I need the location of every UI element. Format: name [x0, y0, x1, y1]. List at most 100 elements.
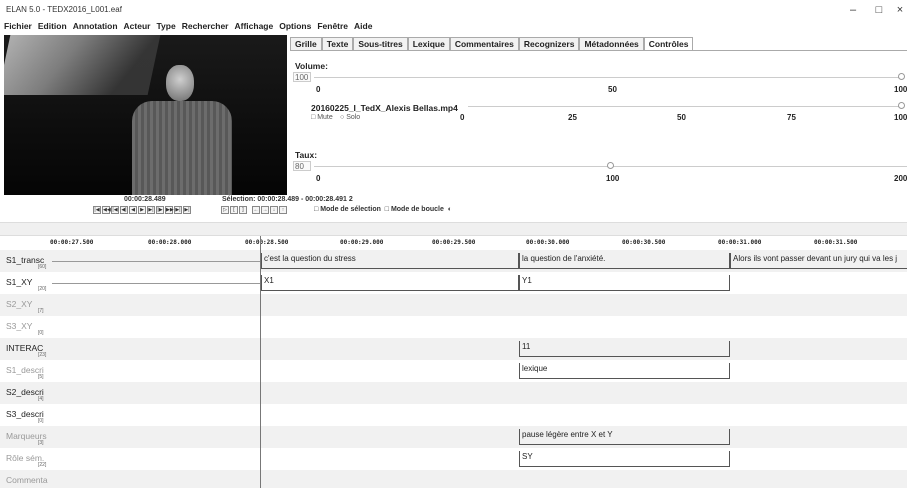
- tier-count: [5]: [38, 374, 44, 380]
- annotation-xy-2[interactable]: Y1: [519, 275, 730, 291]
- menu-aide[interactable]: Aide: [354, 19, 372, 33]
- selection-mode-checkbox[interactable]: □ Mode de sélection: [314, 206, 381, 213]
- volume-slider-track[interactable]: [314, 77, 900, 78]
- tab-recognizers[interactable]: Recognizers: [518, 37, 580, 50]
- media-tick: 100: [894, 113, 907, 122]
- annotation-down-button[interactable]: ↓: [270, 206, 278, 214]
- tab-grille[interactable]: Grille: [290, 37, 322, 50]
- tier-row-s3-xy[interactable]: S3_XY [0]: [0, 316, 907, 338]
- annotation-up-button[interactable]: ↑: [279, 206, 287, 214]
- tier-name[interactable]: Commenta: [6, 475, 48, 485]
- menu-annotation[interactable]: Annotation: [73, 19, 118, 33]
- playback-buttons: |◀ ◀◀ |◀ ◀| ◀ ▶ ▶| |▶ ▶▶ ▶| ▶|: [93, 206, 191, 214]
- go-to-end-button[interactable]: ▶|: [183, 206, 191, 214]
- tab-texte[interactable]: Texte: [321, 37, 354, 50]
- annotation-interac-1[interactable]: 11: [519, 341, 730, 357]
- loop-mode-checkbox[interactable]: □ Mode de boucle: [385, 206, 444, 213]
- tier-row-interac[interactable]: INTERAC [23]: [0, 338, 907, 360]
- tier-row-marqueurs[interactable]: Marqueurs [3]: [0, 426, 907, 448]
- tier-row-role-sem[interactable]: Rôle sém. [22]: [0, 448, 907, 470]
- previous-second-button[interactable]: ◀◀: [102, 206, 111, 214]
- tier-row-s2-descri[interactable]: S2_descri [4]: [0, 382, 907, 404]
- volume-tick: 100: [894, 85, 907, 94]
- rate-value[interactable]: 80: [293, 161, 311, 171]
- tier-count: [20]: [38, 286, 47, 292]
- rate-label: Taux:: [295, 150, 318, 160]
- selection-end-button[interactable]: ]: [239, 206, 247, 214]
- minimize-button[interactable]: –: [842, 3, 864, 17]
- back-button[interactable]: ◀: [129, 206, 137, 214]
- step-back-button[interactable]: ◀|: [120, 206, 128, 214]
- tier-row-s3-descri[interactable]: S3_descri [0]: [0, 404, 907, 426]
- tier-count: [7]: [38, 308, 44, 314]
- ruler-tick: 00:00:28.000: [148, 239, 192, 246]
- annotation-marqueurs-1[interactable]: pause légère entre X et Y: [519, 429, 730, 445]
- next-second-button[interactable]: ▶|: [174, 206, 182, 214]
- ruler-tick: 00:00:27.500: [50, 239, 94, 246]
- annotation-transc-1[interactable]: c'est la question du stress: [261, 253, 519, 269]
- media-tick: 75: [787, 113, 796, 122]
- menu-fenetre[interactable]: Fenêtre: [317, 19, 348, 33]
- timeline-overview[interactable]: [0, 222, 907, 236]
- ruler-tick: 00:00:29.000: [340, 239, 384, 246]
- tier-count: [0]: [38, 418, 44, 424]
- selection-begin-button[interactable]: [: [230, 206, 238, 214]
- close-button[interactable]: ×: [889, 3, 907, 17]
- annotation-transc-3[interactable]: Alors ils vont passer devant un jury qui…: [730, 253, 907, 269]
- volume-icon[interactable]: ◐: [448, 206, 452, 213]
- prev-boundary-button[interactable]: ←: [252, 206, 260, 214]
- volume-value[interactable]: 100: [293, 72, 311, 82]
- media-volume-knob[interactable]: [898, 102, 905, 109]
- tier-row-s2-xy[interactable]: S2_XY [7]: [0, 294, 907, 316]
- tab-controles[interactable]: Contrôles: [643, 37, 694, 50]
- solo-radio[interactable]: ○ Solo: [340, 114, 360, 121]
- go-to-begin-button[interactable]: |◀: [93, 206, 101, 214]
- previous-frame-button[interactable]: |◀: [111, 206, 119, 214]
- menu-fichier[interactable]: Fichier: [4, 19, 32, 33]
- media-tick: 50: [677, 113, 686, 122]
- tier-name[interactable]: S2_XY: [6, 299, 32, 309]
- play-selection-button[interactable]: ▷: [221, 206, 229, 214]
- menu-type[interactable]: Type: [156, 19, 175, 33]
- menu-acteur[interactable]: Acteur: [124, 19, 151, 33]
- rate-slider-knob[interactable]: [606, 162, 614, 169]
- mute-label: Mute: [317, 114, 333, 121]
- ruler-tick: 00:00:28.500: [245, 239, 289, 246]
- menu-edition[interactable]: Edition: [38, 19, 67, 33]
- tier-row-s1-descri[interactable]: S1_descri [5]: [0, 360, 907, 382]
- video-player[interactable]: [4, 35, 287, 195]
- selection-mode-label: Mode de sélection: [320, 206, 381, 213]
- tier-count: [3]: [38, 440, 44, 446]
- annotation-xy-1[interactable]: X1: [261, 275, 519, 291]
- step-forward-button[interactable]: ▶▶: [165, 206, 174, 214]
- annotation-role-1[interactable]: SY: [519, 451, 730, 467]
- media-volume-track[interactable]: [468, 106, 900, 107]
- tier-name[interactable]: S1_XY: [6, 277, 32, 287]
- playhead-cursor[interactable]: [260, 236, 261, 488]
- menu-options[interactable]: Options: [279, 19, 311, 33]
- tier-count: [60]: [38, 264, 47, 270]
- tab-sous-titres[interactable]: Sous-titres: [353, 37, 408, 50]
- next-boundary-button[interactable]: →: [261, 206, 269, 214]
- forward-button[interactable]: ▶|: [147, 206, 155, 214]
- menu-rechercher[interactable]: Rechercher: [182, 19, 229, 33]
- next-frame-button[interactable]: |▶: [156, 206, 164, 214]
- annotation-descri-1[interactable]: lexique: [519, 363, 730, 379]
- volume-slider-knob[interactable]: [898, 73, 905, 80]
- mode-options: □ Mode de sélection □ Mode de boucle ◐: [314, 206, 452, 213]
- menu-affichage[interactable]: Affichage: [234, 19, 273, 33]
- tab-lexique[interactable]: Lexique: [407, 37, 450, 50]
- tier-row-commenta[interactable]: Commenta: [0, 470, 907, 488]
- annotation-transc-2[interactable]: la question de l'anxiété.: [519, 253, 730, 269]
- play-button[interactable]: ▶: [138, 206, 146, 214]
- tier-count: [22]: [38, 462, 47, 468]
- rate-tick: 0: [316, 174, 321, 183]
- window-title: ELAN 5.0 - TEDX2016_L001.eaf: [6, 5, 122, 14]
- tab-metadonnees[interactable]: Métadonnées: [579, 37, 644, 50]
- tab-commentaires[interactable]: Commentaires: [449, 37, 519, 50]
- current-time: 00:00:28.489: [124, 196, 166, 203]
- maximize-button[interactable]: □: [868, 3, 890, 17]
- time-ruler[interactable]: 00:00:27.500 00:00:28.000 00:00:28.500 0…: [0, 236, 907, 250]
- mute-checkbox[interactable]: □ Mute: [311, 114, 333, 121]
- tier-name[interactable]: S3_XY: [6, 321, 32, 331]
